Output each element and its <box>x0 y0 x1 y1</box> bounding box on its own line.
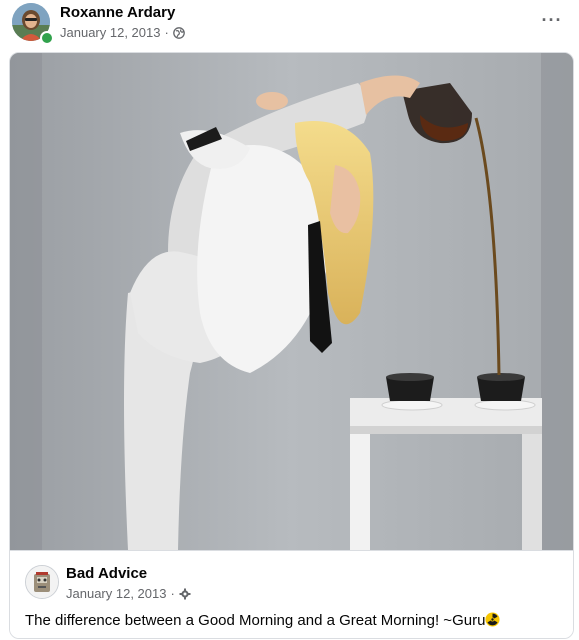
meta-separator: · <box>170 586 175 601</box>
caption-text: The difference between a Good Morning an… <box>25 612 486 629</box>
post-header: Roxanne Ardary January 12, 2013 · ··· <box>0 0 579 50</box>
shared-post-date[interactable]: January 12, 2013 <box>66 586 166 601</box>
post-photo[interactable] <box>10 53 573 550</box>
online-status-dot <box>40 31 54 45</box>
page-avatar-image <box>26 566 58 598</box>
author-name[interactable]: Roxanne Ardary <box>60 4 175 21</box>
photo-illustration <box>10 53 573 550</box>
post-meta: January 12, 2013 · <box>60 25 185 40</box>
post-date[interactable]: January 12, 2013 <box>60 25 160 40</box>
radioactive-icon <box>485 612 500 627</box>
meta-separator: · <box>164 25 169 40</box>
page-avatar[interactable] <box>25 565 59 599</box>
shared-post-card[interactable]: Bad Advice January 12, 2013 · The differ… <box>9 52 574 639</box>
shared-post-footer: Bad Advice January 12, 2013 · The differ… <box>10 550 573 638</box>
gear-icon[interactable] <box>179 588 191 600</box>
globe-icon[interactable] <box>172 26 185 39</box>
page-name[interactable]: Bad Advice <box>66 565 147 582</box>
shared-post-meta: January 12, 2013 · <box>66 586 191 601</box>
more-options-button[interactable]: ··· <box>536 8 568 32</box>
more-options-icon: ··· <box>541 9 563 30</box>
post-caption: The difference between a Good Morning an… <box>25 612 500 629</box>
